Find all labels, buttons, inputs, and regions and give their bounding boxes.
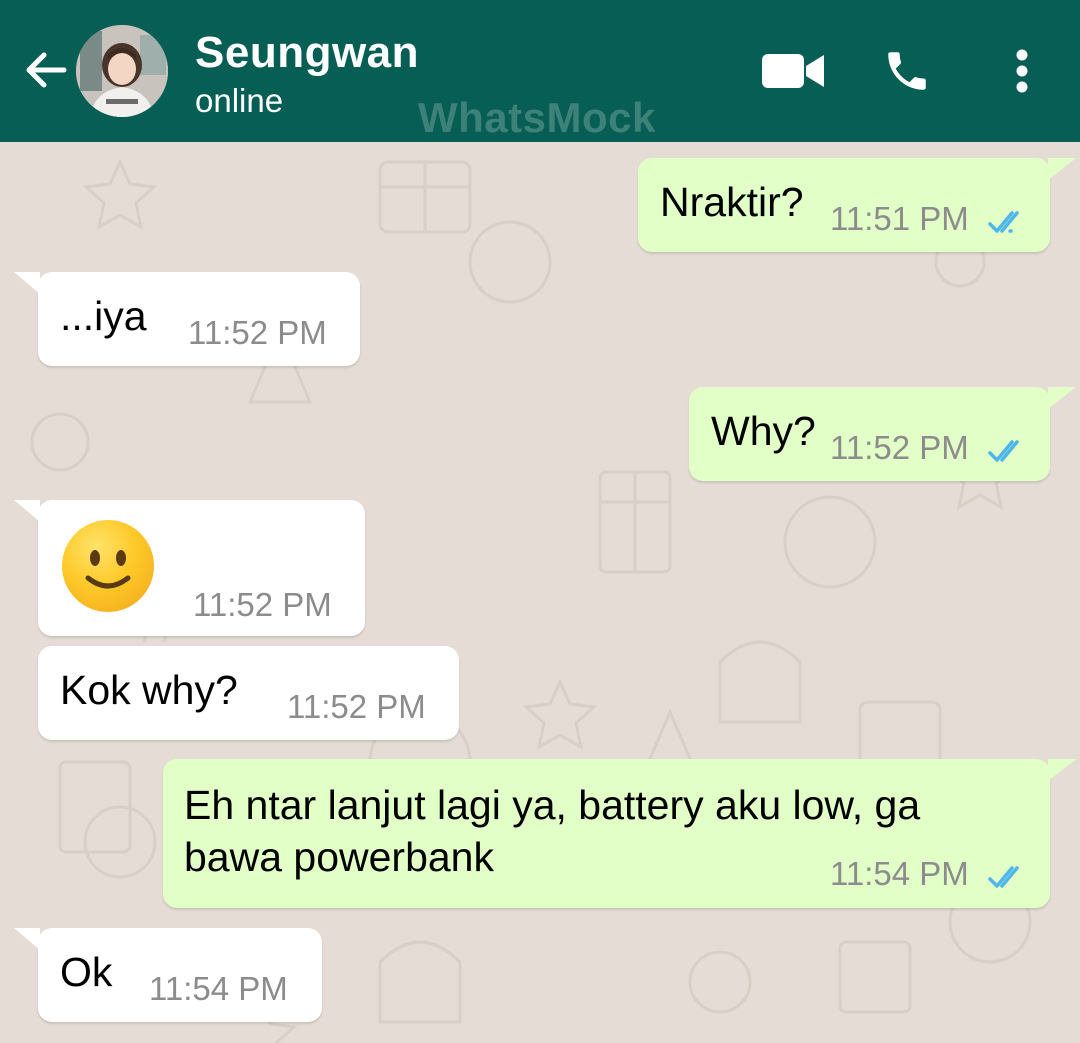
message-bubble-incoming[interactable]: Ok 11:54 PM	[14, 928, 322, 1022]
message-text: Why?	[711, 408, 816, 454]
message-text: Eh ntar lanjut lagi ya, battery aku low,…	[184, 782, 921, 880]
double-check-read-icon	[988, 866, 1019, 888]
message-bubble-outgoing[interactable]: Nraktir? 11:51 PM	[638, 158, 1076, 252]
contact-name[interactable]: Seungwan	[195, 28, 419, 78]
slightly-smiling-face-icon	[62, 520, 154, 612]
message-bubble-incoming[interactable]: 11:52 PM	[14, 500, 365, 636]
message-bubble-outgoing[interactable]: Eh ntar lanjut lagi ya, battery aku low,…	[163, 759, 1076, 908]
message-text: Kok why?	[60, 667, 238, 713]
message-time: 11:54 PM	[149, 970, 288, 1007]
message-time: 11:51 PM	[830, 200, 969, 237]
back-arrow-icon[interactable]	[22, 46, 70, 94]
message-time: 11:52 PM	[830, 429, 969, 466]
video-call-icon[interactable]	[762, 52, 824, 90]
contact-status: online	[195, 82, 284, 119]
message-bubble-outgoing[interactable]: Why? 11:52 PM	[689, 387, 1076, 481]
message-time: 11:52 PM	[188, 314, 327, 351]
more-options-icon[interactable]	[1010, 48, 1034, 94]
chat-header: Seungwan online WhatsMock	[0, 0, 1080, 142]
message-bubble-incoming[interactable]: Kok why? 11:52 PM	[38, 646, 459, 740]
message-text: Nraktir?	[660, 179, 804, 225]
message-text: Ok	[60, 949, 113, 995]
chat-area[interactable]: Nraktir? 11:51 PM ...iya 11:52 PM Why? 1…	[0, 142, 1080, 1043]
message-time: 11:52 PM	[193, 586, 332, 623]
phone-icon[interactable]	[882, 46, 932, 96]
double-check-read-icon	[988, 211, 1019, 233]
message-time: 11:54 PM	[830, 855, 969, 892]
message-time: 11:52 PM	[287, 688, 426, 725]
avatar[interactable]	[76, 25, 168, 117]
message-text: ...iya	[60, 293, 147, 339]
message-bubble-incoming[interactable]: ...iya 11:52 PM	[14, 272, 360, 366]
watermark: WhatsMock	[418, 94, 656, 141]
double-check-read-icon	[988, 440, 1019, 462]
